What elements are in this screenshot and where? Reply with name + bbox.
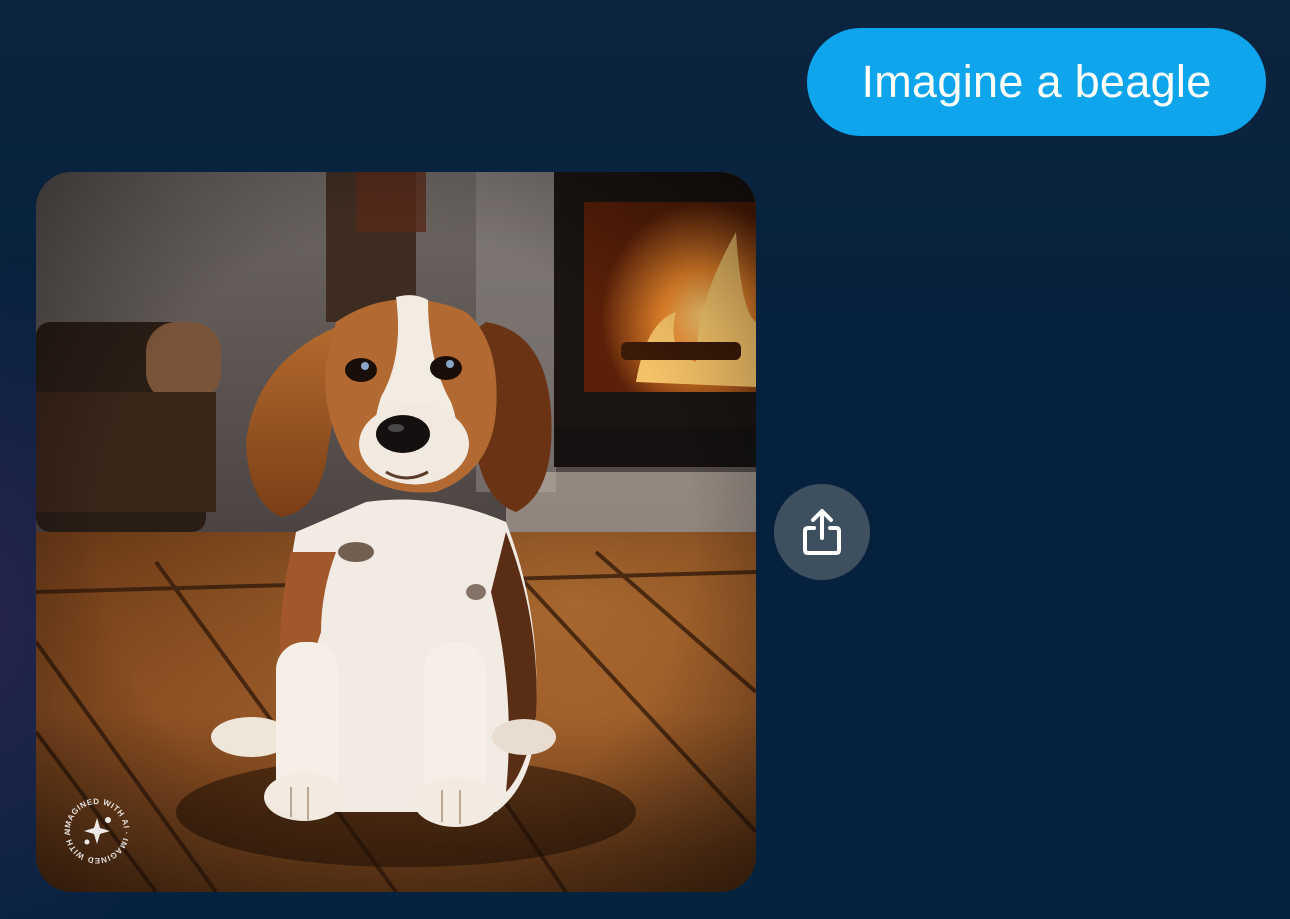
beagle-image bbox=[36, 172, 756, 892]
share-icon bbox=[803, 509, 841, 555]
user-message-bubble: Imagine a beagle bbox=[807, 28, 1266, 136]
user-message-text: Imagine a beagle bbox=[861, 56, 1212, 107]
ai-watermark-icon: IMAGINED WITH AI · IMAGINED WITH AI · bbox=[62, 796, 132, 866]
generated-image[interactable]: IMAGINED WITH AI · IMAGINED WITH AI · bbox=[36, 172, 756, 892]
chat-thread: Imagine a beagle IMAGINED WITH AI · IMAG… bbox=[0, 0, 1290, 919]
share-button[interactable] bbox=[774, 484, 870, 580]
